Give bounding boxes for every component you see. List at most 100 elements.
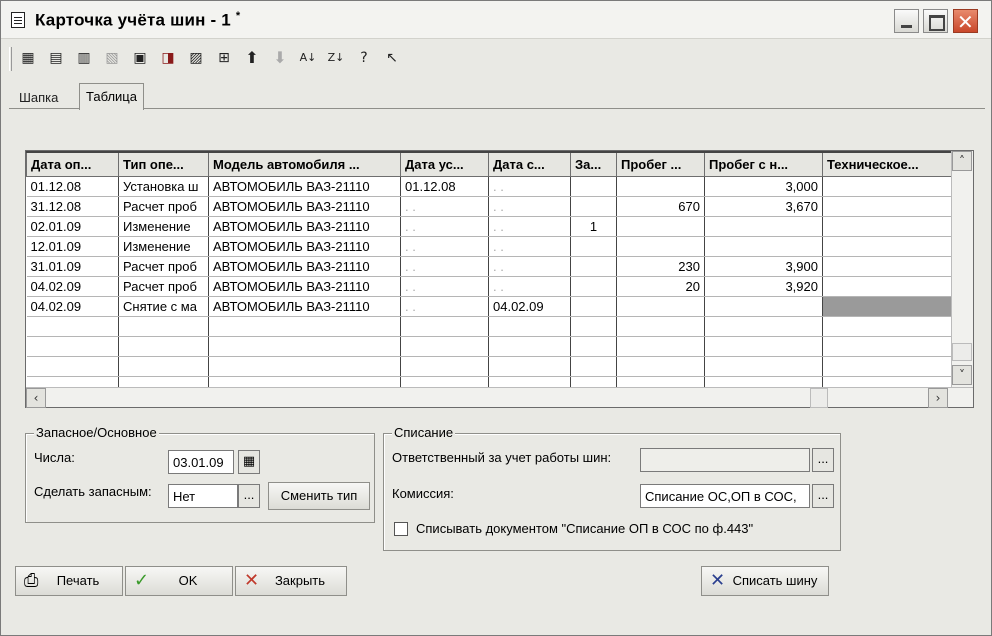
table-cell[interactable] [118, 356, 209, 377]
responsible-field[interactable] [640, 448, 810, 472]
table-row[interactable]: 12.01.09 Изменение АВТОМОБИЛЬ ВАЗ-21110. .… [26, 236, 951, 257]
table-cell[interactable]: . . [400, 276, 489, 297]
table-cell[interactable] [822, 336, 951, 357]
table-cell[interactable] [704, 316, 823, 337]
table-cell[interactable] [822, 216, 951, 237]
table-cell[interactable] [570, 295, 617, 317]
horizontal-scrollbar[interactable]: ‹ › [26, 387, 973, 408]
column-header[interactable]: Дата с... [488, 151, 571, 177]
table-cell[interactable] [570, 336, 617, 357]
table-cell[interactable] [616, 236, 705, 257]
grid-add-icon[interactable]: ▦ [17, 47, 39, 69]
table-cell[interactable] [26, 356, 119, 377]
minimize-button[interactable] [894, 9, 919, 33]
table-cell[interactable] [208, 316, 401, 337]
table-cell[interactable] [616, 216, 705, 237]
table-cell[interactable]: 20 [616, 276, 705, 297]
table-cell[interactable]: Изменение [118, 216, 209, 237]
table-row-empty[interactable] [26, 356, 951, 377]
maximize-button[interactable] [923, 9, 948, 33]
table-cell[interactable]: 1 [570, 216, 617, 237]
table-cell[interactable]: Установка ш [118, 176, 209, 197]
column-header[interactable]: Модель автомобиля ... [208, 151, 401, 177]
table-cell[interactable]: 3,920 [704, 276, 823, 297]
table-row[interactable]: 02.01.09 Изменение АВТОМОБИЛЬ ВАЗ-21110. .… [26, 216, 951, 237]
table-cell[interactable]: 3,670 [704, 196, 823, 217]
make-spare-select-button[interactable]: ... [238, 484, 260, 508]
table-cell[interactable] [822, 376, 951, 387]
table-cell[interactable]: 01.12.08 [400, 176, 489, 197]
tab-table[interactable]: Таблица [79, 83, 144, 110]
table-cell[interactable] [822, 236, 951, 257]
table-cell[interactable] [570, 196, 617, 217]
table-row-empty[interactable] [26, 376, 951, 387]
print-button[interactable]: ⎙ Печать [15, 566, 123, 596]
table-cell[interactable]: . . [400, 216, 489, 237]
date-field[interactable]: 03.01.09 [168, 450, 234, 474]
table-cell[interactable] [400, 316, 489, 337]
table-cell[interactable] [822, 256, 951, 277]
table-cell[interactable] [400, 376, 489, 387]
table-cell[interactable] [570, 276, 617, 297]
table-cell[interactable]: . . [400, 236, 489, 257]
table-cell[interactable]: . . [488, 256, 571, 277]
table-cell[interactable] [26, 336, 119, 357]
scroll-down-icon[interactable]: ˅ [952, 365, 972, 385]
table-row-empty[interactable] [26, 316, 951, 337]
document-delete-icon[interactable]: ◨ [157, 47, 179, 69]
data-grid[interactable]: Дата оп... Тип опе... Модель автомобиля … [25, 150, 974, 408]
table-cell[interactable] [26, 376, 119, 387]
table-row[interactable]: 04.02.09 Снятие с ма АВТОМОБИЛЬ ВАЗ-21110.… [26, 295, 951, 317]
table-cell[interactable] [704, 356, 823, 377]
table-cell[interactable]: 04.02.09 [488, 295, 571, 317]
table-row-empty[interactable] [26, 336, 951, 357]
scroll-thumb-horizontal[interactable] [810, 388, 828, 408]
table-cell[interactable]: АВТОМОБИЛЬ ВАЗ-21110 [208, 216, 401, 237]
table-cell[interactable] [570, 376, 617, 387]
responsible-select-button[interactable]: ... [812, 448, 834, 472]
table-cell[interactable] [616, 176, 705, 197]
table-cell[interactable]: 12.01.09 [26, 236, 119, 257]
table-cell[interactable]: 04.02.09 [26, 276, 119, 297]
document-icon[interactable]: ▣ [129, 47, 151, 69]
table-cell[interactable]: . . [400, 296, 489, 317]
table-cell[interactable]: АВТОМОБИЛЬ ВАЗ-21110 [208, 196, 401, 217]
table-cell[interactable] [488, 336, 571, 357]
tab-header[interactable]: Шапка [13, 87, 64, 109]
table-cell[interactable] [822, 196, 951, 217]
table-cell[interactable]: 230 [616, 256, 705, 277]
table-cell[interactable] [704, 296, 823, 317]
table-cell[interactable]: АВТОМОБИЛЬ ВАЗ-21110 [208, 296, 401, 317]
writeoff-document-checkbox[interactable] [394, 522, 408, 536]
table-row[interactable]: 31.12.08 Расчет проб АВТОМОБИЛЬ ВАЗ-21110.… [26, 196, 951, 217]
filter-icon[interactable]: ▨ [185, 47, 207, 69]
close-window-button[interactable]: ✕ [953, 9, 978, 34]
make-spare-field[interactable]: Нет [168, 484, 238, 508]
table-cell[interactable] [822, 316, 951, 337]
column-header[interactable]: За... [570, 151, 617, 177]
table-cell[interactable] [570, 356, 617, 377]
table-cell[interactable]: 670 [616, 196, 705, 217]
arrow-down-icon[interactable]: ⬇ [269, 47, 291, 69]
table-cell[interactable] [488, 376, 571, 387]
table-cell[interactable] [704, 336, 823, 357]
table-cell[interactable] [488, 316, 571, 337]
scroll-left-icon[interactable]: ‹ [26, 388, 46, 408]
table-cell[interactable]: Расчет проб [118, 276, 209, 297]
table-cell[interactable]: АВТОМОБИЛЬ ВАЗ-21110 [208, 276, 401, 297]
table-cell[interactable] [570, 316, 617, 337]
table-cell[interactable] [822, 356, 951, 377]
table-cell[interactable] [616, 356, 705, 377]
table-cell[interactable]: . . [400, 196, 489, 217]
table-cell[interactable]: 02.01.09 [26, 216, 119, 237]
table-cell[interactable] [822, 276, 951, 297]
close-button[interactable]: ✕ Закрыть [235, 566, 347, 596]
write-off-tire-button[interactable]: ✕ Списать шину [701, 566, 829, 596]
sort-za-icon[interactable]: Z↓ [325, 47, 347, 69]
table-cell[interactable] [616, 316, 705, 337]
table-cell[interactable] [704, 236, 823, 257]
table-cell[interactable]: АВТОМОБИЛЬ ВАЗ-21110 [208, 176, 401, 197]
column-header[interactable]: Дата ус... [400, 151, 489, 177]
table-cell[interactable] [616, 336, 705, 357]
vertical-scrollbar[interactable]: ˄ ˅ [951, 151, 973, 387]
